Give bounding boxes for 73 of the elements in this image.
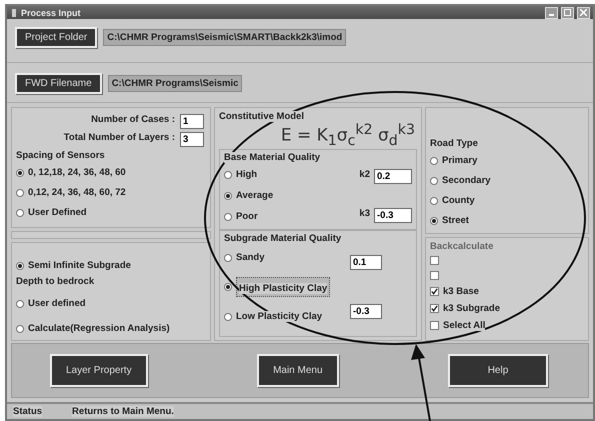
radio-button[interactable]	[16, 324, 24, 333]
checkbox[interactable]	[430, 304, 439, 314]
radio-button[interactable]	[430, 216, 438, 225]
radio-label: Semi Infinite Subgrade	[28, 260, 131, 272]
checkbox-label: Select All	[443, 320, 486, 332]
radio-label: Calculate(Regression Analysis)	[28, 323, 170, 334]
radio-label: Average	[236, 190, 274, 202]
input-field[interactable]: 0.1	[350, 255, 382, 270]
status-label: Status	[13, 406, 42, 417]
radio-button[interactable]	[430, 196, 438, 205]
group-title: Road Type	[430, 138, 478, 150]
radio-button[interactable]	[16, 208, 24, 217]
radio-label: Primary	[442, 155, 478, 166]
radio-button[interactable]	[430, 176, 438, 185]
radio-label: Poor	[236, 211, 258, 222]
path-field[interactable]: C:\CHMR Programs\Seismic	[108, 75, 242, 92]
checkbox[interactable]	[430, 321, 439, 330]
radio-button[interactable]	[16, 262, 24, 270]
radio-label: User Defined	[28, 207, 87, 218]
group-title: Spacing of Sensors	[16, 150, 105, 162]
close-button[interactable]	[577, 6, 590, 19]
radio-button[interactable]	[430, 156, 438, 165]
path-field[interactable]: C:\CHMR Programs\Seismic\SMART\Backk2k3\imod	[103, 29, 346, 46]
radio-label: Low Plasticity Clay	[236, 311, 322, 322]
checkbox[interactable]	[430, 256, 439, 266]
group-title: Depth to bedrock	[16, 276, 94, 288]
radio-label: 0,12, 24, 36, 48, 60, 72	[28, 187, 126, 198]
input-field[interactable]: -0.3	[374, 208, 412, 222]
radio-button[interactable]	[224, 283, 232, 292]
radio-button[interactable]	[224, 170, 232, 179]
input-field[interactable]: -0.3	[350, 304, 382, 320]
radio-button[interactable]	[224, 254, 232, 262]
radio-label: 0, 12,18, 24, 36, 48, 60	[28, 167, 126, 178]
radio-button[interactable]	[224, 212, 232, 221]
status-message: Returns to Main Menu.	[72, 406, 174, 417]
input-field[interactable]: 3	[180, 132, 204, 148]
radio-label: High Plasticity Clay	[236, 277, 330, 298]
checkbox[interactable]	[430, 271, 439, 280]
input-field[interactable]: 0.2	[374, 169, 412, 184]
group-title: Base Material Quality	[224, 152, 320, 164]
group-title: Backcalculate	[430, 241, 494, 252]
action-button[interactable]: Layer Property	[50, 354, 148, 388]
coefficient-label: k2	[359, 169, 370, 180]
field-label: Number of Cases :	[91, 114, 175, 126]
path-button[interactable]: Project Folder	[15, 27, 98, 48]
action-button[interactable]: Help	[448, 354, 548, 388]
radio-button[interactable]	[224, 192, 232, 200]
checkbox[interactable]	[430, 287, 439, 296]
radio-button[interactable]	[224, 312, 232, 321]
group-title: Constitutive Model	[219, 111, 304, 122]
radio-button[interactable]	[16, 168, 24, 177]
checkbox-label: k3 Base	[443, 286, 479, 298]
field-label: Total Number of Layers :	[64, 132, 175, 144]
minimize-button[interactable]	[545, 6, 558, 19]
input-field[interactable]: 1	[180, 114, 204, 130]
radio-label: User defined	[28, 298, 86, 310]
window-title: Process Input	[21, 8, 82, 18]
radio-label: Street	[442, 215, 469, 226]
radio-label: High	[236, 169, 258, 180]
coefficient-label: k3	[359, 208, 370, 218]
radio-label: County	[442, 195, 475, 206]
radio-button[interactable]	[16, 188, 24, 197]
close-icon	[580, 9, 587, 16]
maximize-button[interactable]	[561, 6, 574, 19]
radio-button[interactable]	[16, 300, 24, 308]
path-button[interactable]: FWD Filename	[15, 73, 102, 94]
action-button[interactable]: Main Menu	[257, 354, 339, 388]
maximize-icon	[564, 9, 571, 16]
radio-label: Sandy	[236, 252, 265, 264]
checkbox-label: k3 Subgrade	[443, 303, 500, 314]
group-title: Subgrade Material Quality	[224, 233, 342, 244]
radio-label: Secondary	[442, 175, 491, 186]
app-icon	[10, 8, 18, 18]
